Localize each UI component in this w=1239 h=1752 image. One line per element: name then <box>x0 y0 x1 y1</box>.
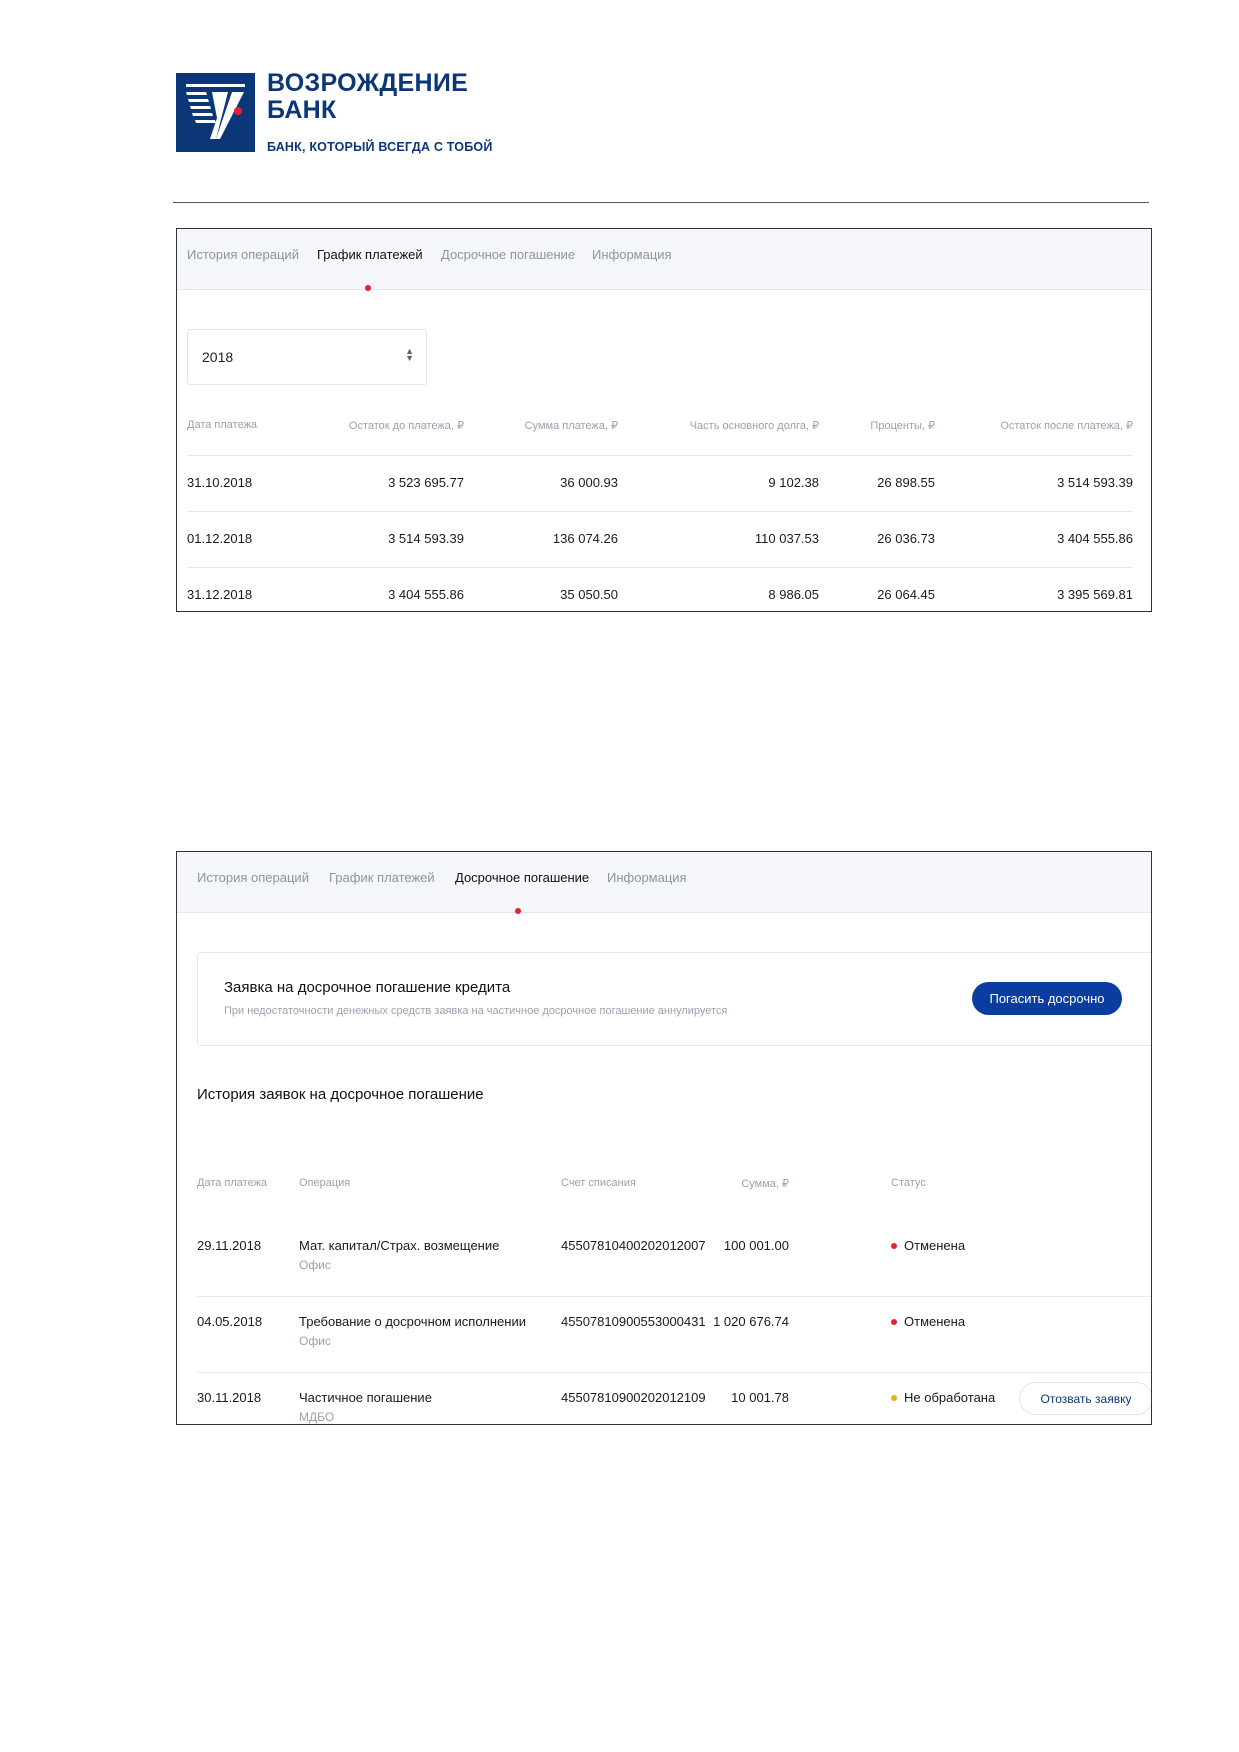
table-row: 04.05.2018 Требование о досрочном исполн… <box>197 1314 1151 1373</box>
amount: 10 001.78 <box>731 1390 789 1405</box>
balance-before: 3 514 593.39 <box>388 531 464 546</box>
column-header: Дата платежа <box>197 1177 268 1189</box>
table-row: 30.11.2018 Частичное погашение МДБО 4550… <box>197 1382 1151 1424</box>
table-row: 29.11.2018 Мат. капитал/Страх. возмещени… <box>197 1238 1151 1297</box>
tab-information[interactable]: Информация <box>607 870 687 885</box>
payment-date: 04.05.2018 <box>197 1314 263 1329</box>
year-select-value: 2018 <box>202 349 234 365</box>
active-tab-indicator <box>365 285 371 291</box>
column-header: Сумма платежа, ₽ <box>524 420 618 432</box>
column-header: Статус <box>891 1177 926 1189</box>
payment-date: 31.12.2018 <box>187 587 253 602</box>
balance-after: 3 395 569.81 <box>1057 587 1133 602</box>
payment-amount: 35 050.50 <box>560 587 618 602</box>
amount: 1 020 676.74 <box>713 1314 789 1329</box>
column-header: Дата платежа <box>187 419 258 431</box>
withdraw-request-button[interactable]: Отозвать заявку <box>1019 1382 1151 1415</box>
payment-schedule-screenshot: История операций График платежей Досрочн… <box>176 228 1152 612</box>
interest: 26 036.73 <box>877 531 935 546</box>
debit-account: 45507810400202012007 <box>561 1238 706 1253</box>
status-text: Отменена <box>904 1314 966 1329</box>
column-header: Операция <box>299 1177 351 1189</box>
history-table-header: Дата платежа Операция Счет списания Сумм… <box>197 1177 1151 1197</box>
bank-slogan: БАНК, КОТОРЫЙ ВСЕГДА С ТОБОЙ <box>267 140 493 154</box>
bank-logo: ВОЗРОЖДЕНИЕ БАНК БАНК, КОТОРЫЙ ВСЕГДА С … <box>176 70 506 159</box>
operation: Мат. капитал/Страх. возмещение <box>299 1238 500 1253</box>
status-pending-icon <box>891 1394 897 1401</box>
tab-payment-schedule[interactable]: График платежей <box>317 247 423 262</box>
amount: 100 001.00 <box>723 1238 789 1253</box>
tab-operations-history[interactable]: История операций <box>197 870 309 885</box>
interest: 26 064.45 <box>877 587 935 602</box>
balance-after: 3 514 593.39 <box>1057 475 1133 490</box>
principal-part: 110 037.53 <box>754 531 819 546</box>
repay-early-button[interactable]: Погасить досрочно <box>972 982 1122 1015</box>
operation-channel: Офис <box>299 1334 331 1348</box>
early-repayment-request-card: Заявка на досрочное погашение кредита Пр… <box>197 952 1151 1046</box>
payment-date: 01.12.2018 <box>187 531 253 546</box>
status-text: Отменена <box>904 1238 966 1253</box>
interest: 26 898.55 <box>877 475 935 490</box>
table-row: 01.12.2018 3 514 593.39 136 074.26 110 0… <box>187 511 1133 568</box>
payment-date: 29.11.2018 <box>197 1238 262 1253</box>
status-cancelled-icon <box>891 1242 897 1249</box>
active-tab-indicator <box>515 908 521 914</box>
bank-logo-icon <box>176 73 255 152</box>
bank-name-line1: ВОЗРОЖДЕНИЕ <box>267 69 469 97</box>
history-title: История заявок на досрочное погашение <box>197 1086 484 1103</box>
column-header: Сумма, ₽ <box>741 1178 789 1190</box>
payment-date: 31.10.2018 <box>187 475 253 490</box>
sort-arrows-icon: ▲ ▼ <box>405 346 414 363</box>
table-header: Дата платежа Остаток до платежа, ₽ Сумма… <box>187 419 1133 439</box>
header-divider <box>173 202 1149 203</box>
status: Не обработана <box>891 1390 995 1405</box>
column-header: Остаток после платежа, ₽ <box>1000 420 1133 432</box>
debit-account: 45507810900202012109 <box>561 1390 706 1405</box>
payment-date: 30.11.2018 <box>197 1390 262 1405</box>
operation-channel: Офис <box>299 1258 331 1272</box>
tab-information[interactable]: Информация <box>592 247 672 262</box>
tab-bar: История операций График платежей Досрочн… <box>177 852 1151 914</box>
year-select[interactable]: 2018 ▲ ▼ <box>187 329 427 385</box>
tab-operations-history[interactable]: История операций <box>187 247 299 262</box>
balance-after: 3 404 555.86 <box>1057 531 1133 546</box>
balance-before: 3 523 695.77 <box>388 475 464 490</box>
tab-early-repayment[interactable]: Досрочное погашение <box>441 247 575 262</box>
tab-bar: История операций График платежей Досрочн… <box>177 229 1151 291</box>
tab-early-repayment[interactable]: Досрочное погашение <box>455 870 589 885</box>
payment-amount: 36 000.93 <box>560 475 618 490</box>
status-text: Не обработана <box>904 1390 996 1405</box>
principal-part: 8 986.05 <box>768 587 819 602</box>
principal-part: 9 102.38 <box>768 475 819 490</box>
bank-name: ВОЗРОЖДЕНИЕ БАНК <box>267 70 468 124</box>
column-header: Проценты, ₽ <box>870 420 935 432</box>
column-header: Часть основного долга, ₽ <box>689 420 819 432</box>
operation: Требование о досрочном исполнении <box>299 1314 526 1329</box>
status: Отменена <box>891 1314 965 1329</box>
payment-amount: 136 074.26 <box>552 531 618 546</box>
early-repayment-screenshot: История операций График платежей Досрочн… <box>176 851 1152 1425</box>
debit-account: 45507810900553000431 <box>561 1314 706 1329</box>
table-row: 31.10.2018 3 523 695.77 36 000.93 9 102.… <box>187 455 1133 512</box>
column-header: Счет списания <box>561 1177 636 1189</box>
operation: Частичное погашение <box>299 1390 432 1405</box>
card-note: При недостаточности денежных средств зая… <box>224 1005 728 1017</box>
balance-before: 3 404 555.86 <box>388 587 464 602</box>
operation-channel: МДБО <box>299 1410 335 1424</box>
status: Отменена <box>891 1238 965 1253</box>
column-header: Остаток до платежа, ₽ <box>348 420 464 432</box>
card-title: Заявка на досрочное погашение кредита <box>224 979 511 996</box>
tab-payment-schedule[interactable]: График платежей <box>329 870 435 885</box>
table-row: 31.12.2018 3 404 555.86 35 050.50 8 986.… <box>187 567 1133 611</box>
status-cancelled-icon <box>891 1318 897 1325</box>
bank-name-line2: БАНК <box>267 96 337 124</box>
